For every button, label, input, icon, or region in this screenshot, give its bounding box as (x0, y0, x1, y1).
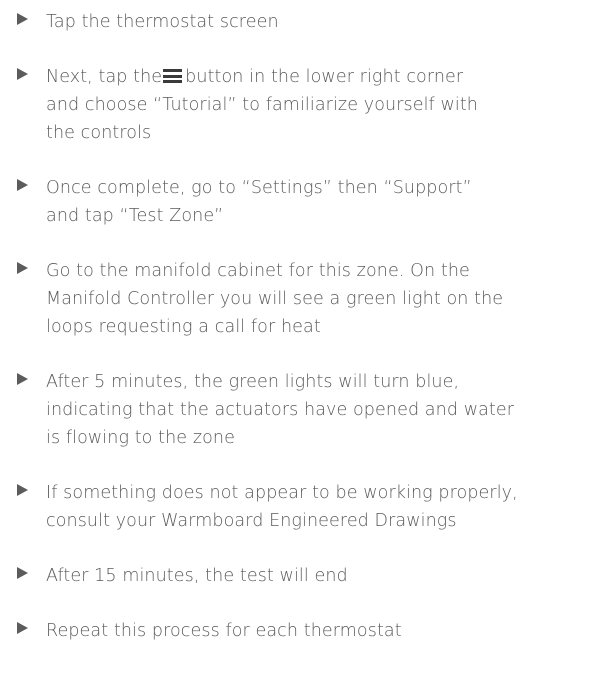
list-item-text: Once complete, go to “Settings” then “Su… (46, 178, 472, 226)
triangle-bullet-icon (17, 484, 28, 496)
list-item-text: After 15 minutes, the test will end (46, 566, 348, 586)
list-item-text: Tap the thermostat screen (46, 12, 279, 32)
triangle-bullet-icon (17, 68, 28, 80)
instruction-list: Tap the thermostat screen Next, tap the b… (0, 0, 590, 680)
list-item-text: If something does not appear to be worki… (46, 483, 518, 531)
triangle-bullet-icon (17, 567, 28, 579)
list-item-text: After 5 minutes, the green lights will t… (46, 372, 515, 448)
menu-icon (163, 69, 183, 83)
triangle-bullet-icon (17, 373, 28, 385)
list-item-text: Repeat this process for each thermostat (46, 621, 402, 641)
triangle-bullet-icon (17, 262, 28, 274)
triangle-bullet-icon (17, 13, 28, 25)
triangle-bullet-icon (17, 179, 28, 191)
list-item-text: Go to the manifold cabinet for this zone… (46, 261, 504, 337)
list-item-text: Next, tap the button in the lower right c… (46, 67, 478, 143)
triangle-bullet-icon (17, 622, 28, 634)
